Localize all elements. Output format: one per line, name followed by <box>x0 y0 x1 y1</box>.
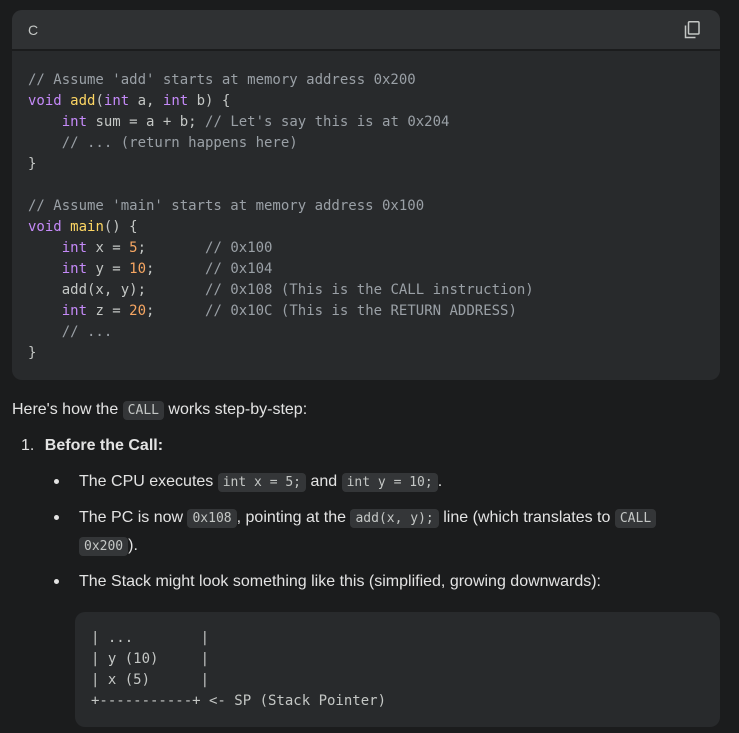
stack-line: | y (10) | <box>91 651 210 667</box>
b2-code3a: CALL <box>614 509 657 528</box>
b2-before: The PC is now <box>79 509 188 526</box>
stack-body: | ... | | y (10) | | x (5) | +-----------+ … <box>91 628 386 712</box>
code-line: int y = 10; // 0x104 <box>61 261 273 277</box>
stack-line: | ... | <box>91 630 210 646</box>
b1-mid: and <box>306 473 342 490</box>
code-block: C // Assume 'add' starts at memory addre… <box>12 10 720 380</box>
b2-code2: add(x, y); <box>350 509 439 528</box>
code-header: C <box>12 10 720 51</box>
intro-code: CALL <box>122 401 164 420</box>
b2-code3b: 0x200 <box>79 537 129 556</box>
code-line: void main() { <box>28 219 138 235</box>
intro-text: Here's how the CALL works step-by-step: <box>12 400 307 421</box>
b3-text: The Stack might look something like this… <box>79 573 601 590</box>
b2-end: ). <box>128 537 138 554</box>
bullet-2: The PC is now 0x108, pointing at the add… <box>79 508 657 529</box>
b2-mid: , pointing at the <box>236 509 351 526</box>
step-1-number: 1. <box>21 437 35 454</box>
bullet-3: The Stack might look something like this… <box>79 572 601 592</box>
code-line: int sum = a + b; // Let's say this is at… <box>61 114 450 130</box>
intro-before: Here's how the <box>12 401 123 418</box>
code-line: void add(int a, int b) { <box>28 93 231 109</box>
b2-after: line (which translates to <box>438 509 615 526</box>
intro-after: works step-by-step: <box>163 401 308 418</box>
code-line: add(x, y); // 0x108 (This is the CALL in… <box>28 282 534 298</box>
bullet-dot <box>54 515 59 520</box>
b1-code1: int x = 5; <box>217 473 307 492</box>
b2-code1: 0x108 <box>187 509 237 528</box>
code-line: int z = 20; // 0x10C (This is the RETURN… <box>61 303 517 319</box>
code-line: // ... <box>61 324 113 340</box>
copy-icon[interactable] <box>684 20 700 39</box>
step-1-heading: 1. Before the Call: <box>21 436 163 456</box>
stack-code-block: | ... | | y (10) | | x (5) | +-----------+ … <box>75 612 720 727</box>
code-line: // ... (return happens here) <box>61 135 298 151</box>
code-line: // Assume 'main' starts at memory addres… <box>28 198 425 214</box>
b1-after: . <box>437 473 443 490</box>
bullet-1: The CPU executes int x = 5; and int y = … <box>79 472 442 493</box>
code-language: C <box>28 21 39 38</box>
bullet-2-wrap: 0x200). <box>79 536 138 557</box>
b1-before: The CPU executes <box>79 473 218 490</box>
stack-line: | x (5) | <box>91 672 210 688</box>
code-line: } <box>28 156 37 172</box>
b1-code2: int y = 10; <box>341 473 438 492</box>
bullet-dot <box>54 479 59 484</box>
stack-line: +-----------+ <- SP (Stack Pointer) <box>91 693 387 709</box>
code-line: } <box>28 345 37 361</box>
code-line: // Assume 'add' starts at memory address… <box>28 72 416 88</box>
step-1-title: Before the Call: <box>44 437 164 454</box>
bullet-dot <box>54 579 59 584</box>
code-line: int x = 5; // 0x100 <box>61 240 273 256</box>
code-body: // Assume 'add' starts at memory address… <box>28 70 534 364</box>
